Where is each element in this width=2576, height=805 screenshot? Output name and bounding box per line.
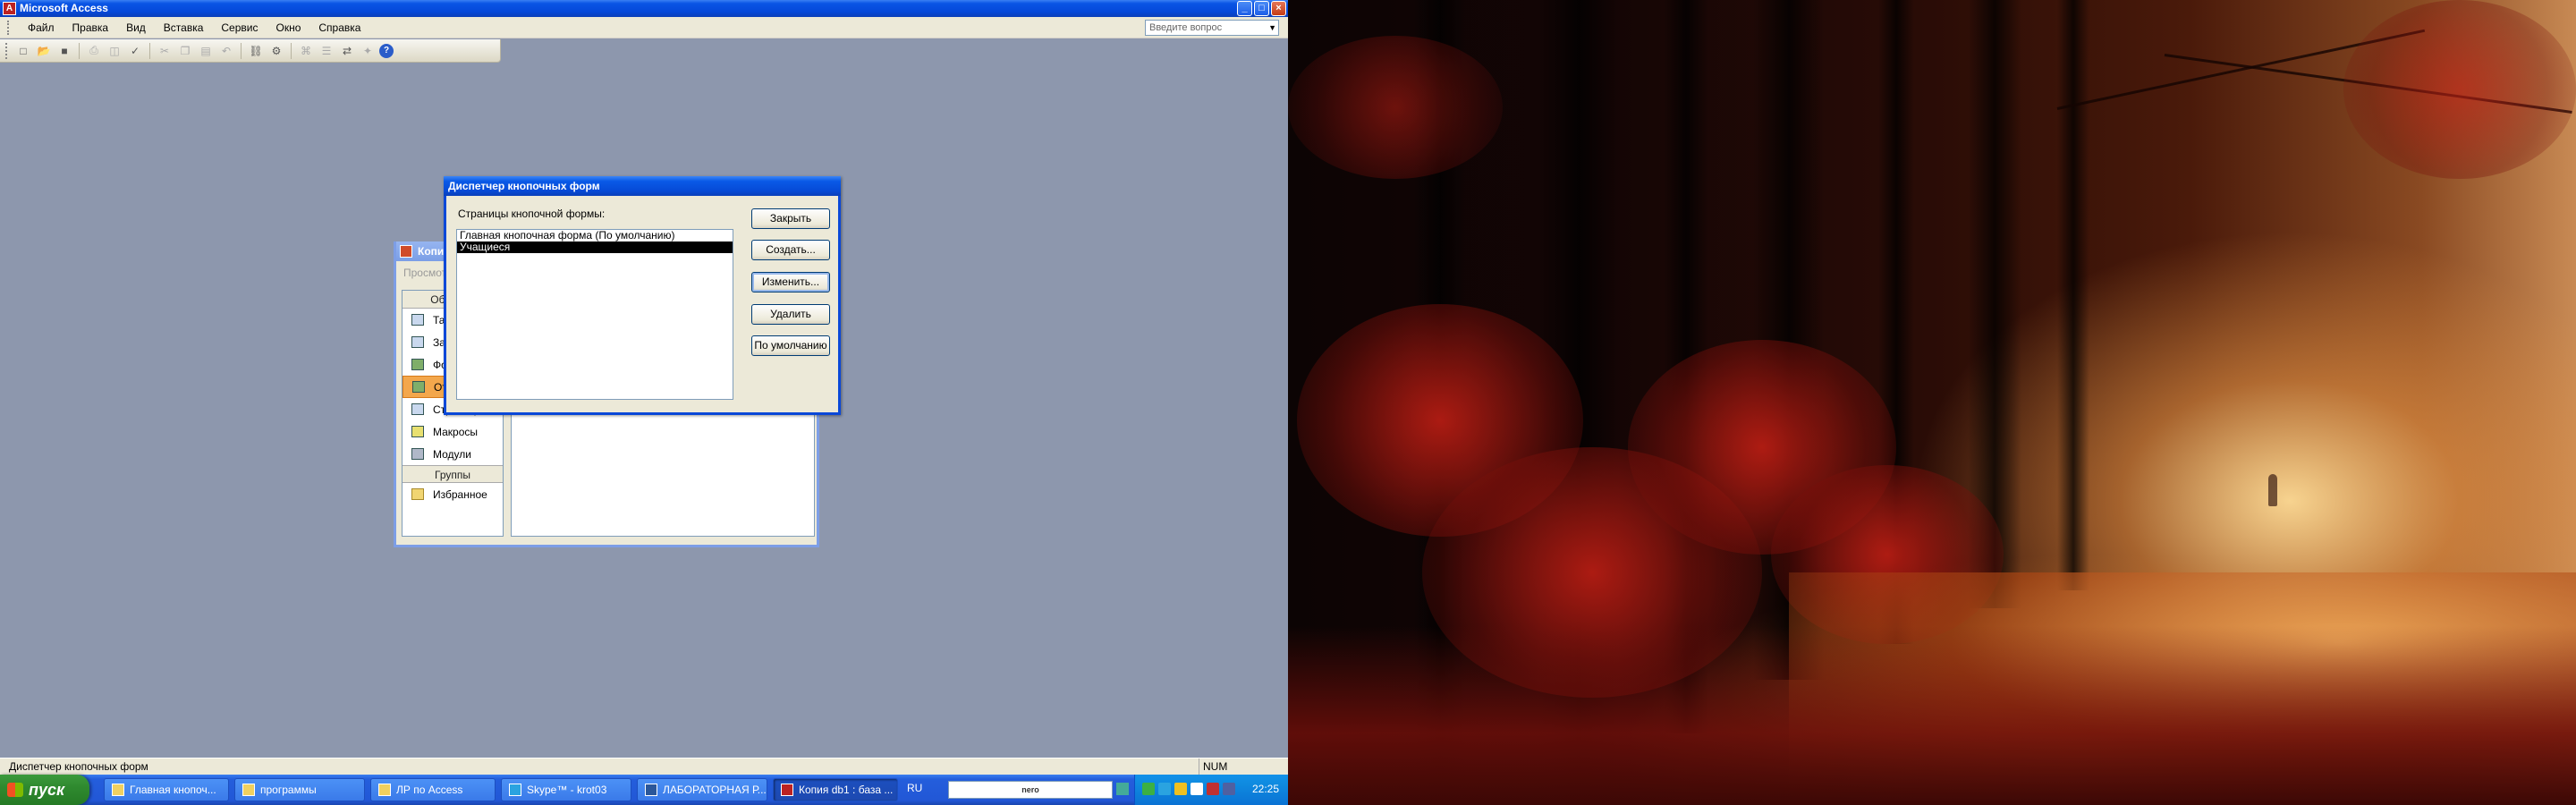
table-icon — [411, 314, 424, 326]
edit-button[interactable]: Изменить... — [751, 272, 830, 292]
skype-tray-icon[interactable] — [1158, 783, 1171, 795]
groups-header[interactable]: Группы — [402, 465, 503, 483]
maximize-button[interactable]: □ — [1254, 1, 1269, 16]
red-foliage — [1288, 36, 1503, 179]
print-icon[interactable]: ⎙ — [85, 43, 103, 59]
form-icon — [411, 359, 424, 370]
skype-icon — [509, 784, 521, 796]
ask-question-box[interactable]: Введите вопрос ▼ — [1145, 20, 1279, 36]
macro-icon — [411, 426, 424, 437]
walking-person — [2268, 474, 2277, 506]
create-button[interactable]: Создать... — [751, 240, 830, 260]
menu-edit[interactable]: Правка — [64, 17, 118, 38]
search-go-icon[interactable] — [1116, 783, 1129, 795]
taskbar-item[interactable]: Главная кнопоч... — [104, 778, 229, 801]
menu-window[interactable]: Окно — [267, 17, 309, 38]
taskbar-item[interactable]: ЛАБОРАТОРНАЯ Р... — [637, 778, 767, 801]
undo-icon[interactable]: ↶ — [217, 43, 235, 59]
database-icon — [400, 245, 412, 258]
report-icon — [412, 381, 425, 393]
fallen-leaves — [1288, 626, 2576, 805]
menu-insert[interactable]: Вставка — [155, 17, 213, 38]
copy-icon[interactable]: ❐ — [176, 43, 194, 59]
desktop-wallpaper — [1288, 0, 2576, 805]
switchboard-manager-dialog[interactable]: Диспетчер кнопочных форм Страницы кнопоч… — [444, 176, 841, 415]
taskbar: пуск Главная кнопоч... программы ЛР по A… — [0, 775, 1288, 805]
volume-icon[interactable] — [1191, 783, 1203, 795]
delete-button[interactable]: Удалить — [751, 304, 830, 325]
paste-icon[interactable]: ▤ — [197, 43, 215, 59]
window-title: Microsoft Access — [20, 2, 108, 14]
windows-logo-icon — [7, 783, 23, 797]
red-foliage — [2343, 0, 2576, 179]
word-icon — [645, 784, 657, 796]
num-lock-indicator: NUM — [1199, 758, 1252, 775]
preview-icon[interactable]: ◫ — [106, 43, 123, 59]
query-icon — [411, 336, 424, 348]
module-icon — [411, 448, 424, 460]
taskbar-item[interactable]: программы — [234, 778, 365, 801]
code-icon[interactable]: ⌘ — [297, 43, 315, 59]
page-icon — [411, 403, 424, 415]
close-button[interactable]: × — [1271, 1, 1286, 16]
dialog-title[interactable]: Диспетчер кнопочных форм — [444, 176, 841, 196]
properties-icon[interactable]: ☰ — [318, 43, 335, 59]
folder-icon — [378, 784, 391, 796]
new-object-icon[interactable]: ✦ — [359, 43, 377, 59]
close-dialog-button[interactable]: Закрыть — [751, 208, 830, 229]
analyze-icon[interactable]: ⚙ — [267, 43, 285, 59]
access-window: A Microsoft Access _ □ × Файл Правка Вид… — [0, 0, 1288, 805]
set-default-button[interactable]: По умолчанию — [751, 335, 830, 356]
list-item-selected[interactable]: Учащиеся — [457, 242, 733, 253]
relationships-icon[interactable]: ⇄ — [338, 43, 356, 59]
link-icon[interactable]: ⛓ — [247, 43, 265, 59]
database-toolbar: □ 📂 ■ ⎙ ◫ ✓ ✂ ❐ ▤ ↶ ⛓ ⚙ ⌘ ☰ ⇄ ✦ ? — [0, 39, 501, 63]
menu-file[interactable]: Файл — [19, 17, 64, 38]
network-icon[interactable] — [1142, 783, 1155, 795]
access-app-icon[interactable]: A — [3, 2, 16, 15]
antivirus-icon[interactable] — [1207, 783, 1219, 795]
menu-help[interactable]: Справка — [309, 17, 369, 38]
taskbar-item[interactable]: Skype™ - krot03 — [501, 778, 631, 801]
switchboard-pages-label: Страницы кнопочной формы: — [458, 208, 606, 220]
help-icon[interactable]: ? — [379, 43, 394, 58]
save-icon[interactable]: ■ — [55, 43, 73, 59]
folder-icon — [411, 488, 424, 500]
groups-item-favorites[interactable]: Избранное — [402, 483, 503, 505]
nero-search-box[interactable]: nero — [948, 781, 1113, 799]
status-text: Диспетчер кнопочных форм — [9, 760, 148, 773]
folder-icon — [242, 784, 255, 796]
open-icon[interactable]: 📂 — [35, 43, 53, 59]
title-bar: A Microsoft Access _ □ × — [0, 0, 1288, 17]
toolbar-grip[interactable] — [5, 42, 8, 59]
status-bar: Диспетчер кнопочных форм NUM — [0, 758, 1288, 775]
taskbar-item-active[interactable]: Копия db1 : база ... — [773, 778, 898, 801]
punto-switcher-icon[interactable] — [1223, 783, 1235, 795]
new-icon[interactable]: □ — [14, 43, 32, 59]
ask-question-placeholder: Введите вопрос — [1149, 22, 1223, 33]
security-icon[interactable] — [1174, 783, 1187, 795]
menu-tools[interactable]: Сервис — [212, 17, 267, 38]
browser-icon — [112, 784, 124, 796]
menu-view[interactable]: Вид — [117, 17, 155, 38]
tree-trunk — [2057, 0, 2089, 590]
cut-icon[interactable]: ✂ — [156, 43, 174, 59]
language-indicator[interactable]: RU — [907, 782, 922, 794]
chevron-down-icon[interactable]: ▼ — [1268, 21, 1276, 35]
switchboard-pages-list[interactable]: Главная кнопочная форма (По умолчанию) У… — [456, 229, 733, 400]
spell-icon[interactable]: ✓ — [126, 43, 144, 59]
objects-item-macros[interactable]: Макросы — [402, 420, 503, 443]
menu-grip[interactable] — [7, 20, 10, 35]
start-button[interactable]: пуск — [0, 775, 89, 805]
access-icon — [781, 784, 793, 796]
clock[interactable]: 22:25 — [1252, 783, 1279, 795]
system-tray: 22:25 — [1134, 775, 1288, 805]
minimize-button[interactable]: _ — [1237, 1, 1252, 16]
taskbar-item[interactable]: ЛР по Access — [370, 778, 496, 801]
objects-item-modules[interactable]: Модули — [402, 443, 503, 465]
menu-bar: Файл Правка Вид Вставка Сервис Окно Спра… — [0, 17, 1288, 38]
